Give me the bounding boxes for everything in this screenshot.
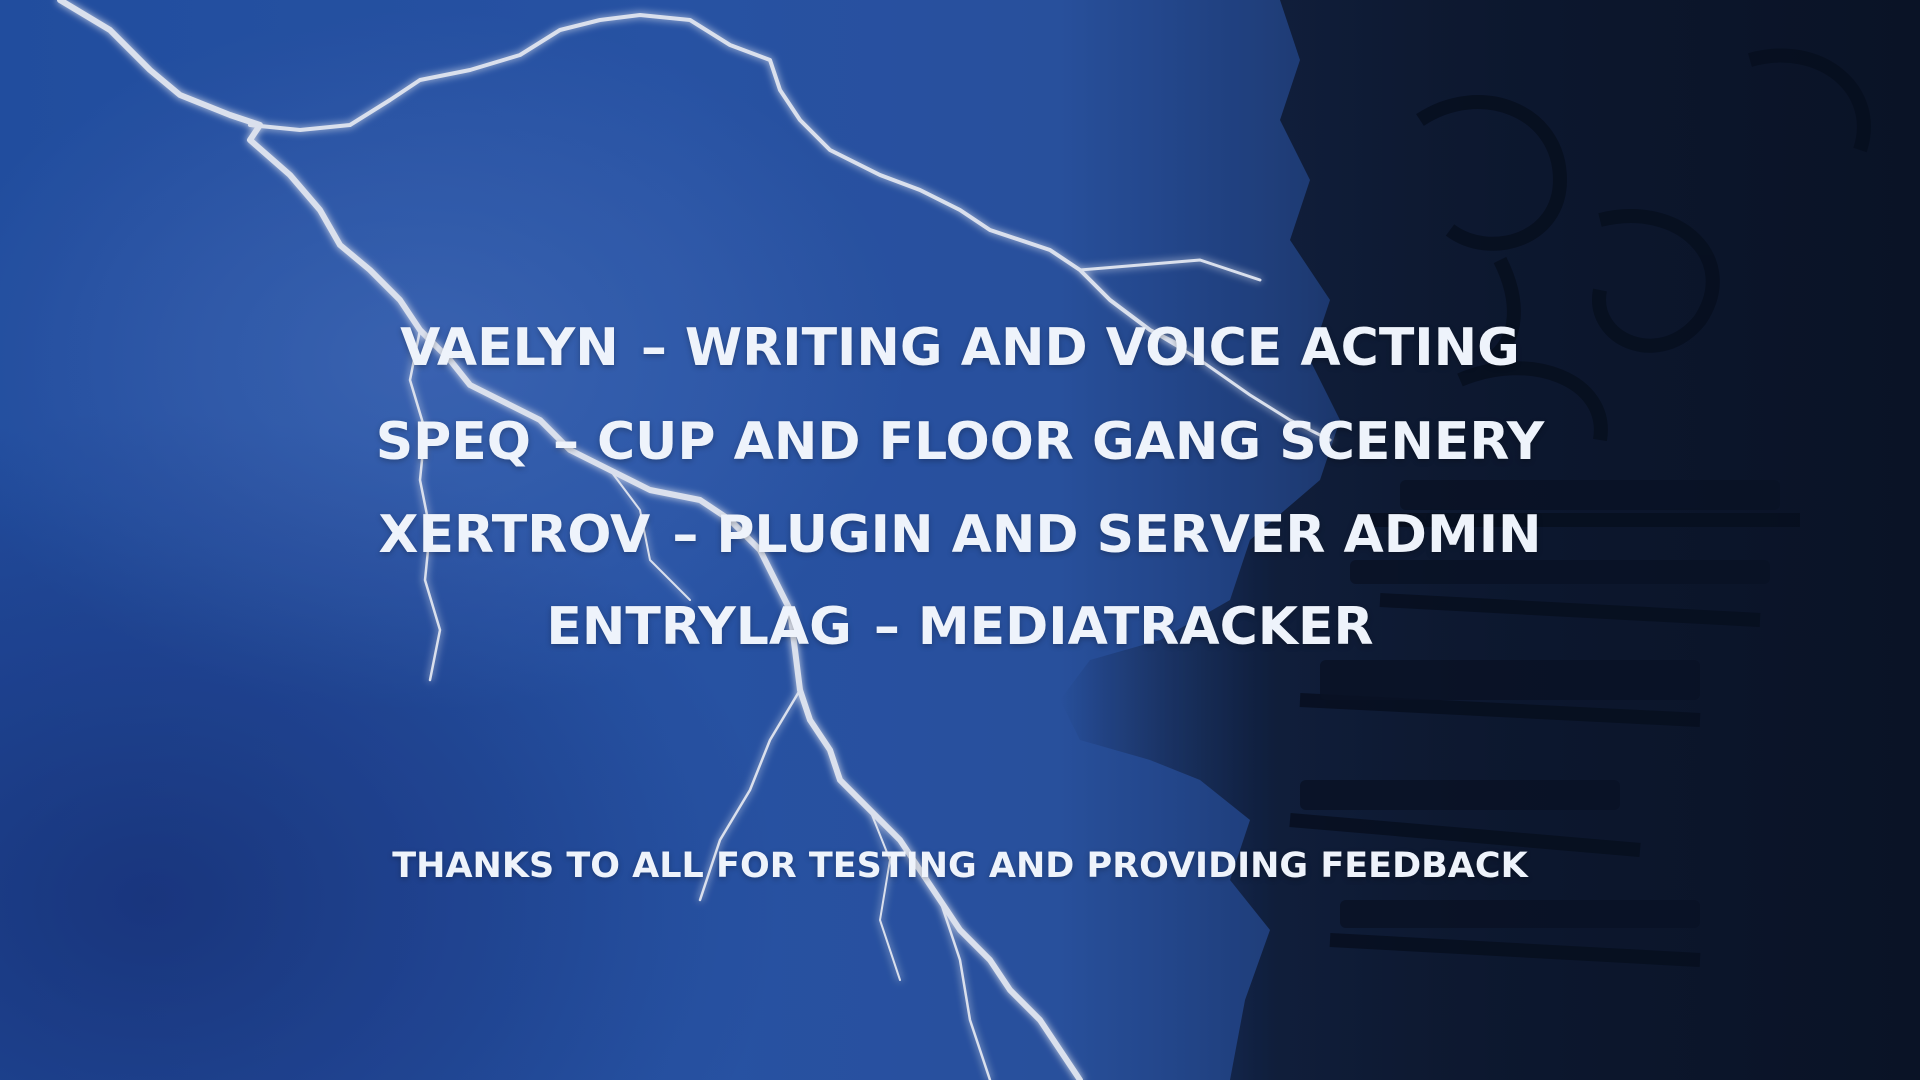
credit-role: MEDIATRACKER <box>917 597 1374 657</box>
credit-name: ENTRYLAG <box>546 597 852 657</box>
credit-line: SPEQ – CUP AND FLOOR GANG SCENERY <box>0 412 1920 472</box>
credits-list: VAELYN – WRITING AND VOICE ACTING SPEQ – CUP… <box>0 0 1920 1080</box>
credit-role: PLUGIN AND SERVER ADMIN <box>716 505 1542 565</box>
thanks-message: THANKS TO ALL FOR TESTING AND PROVIDING … <box>392 846 1528 886</box>
credit-line: ENTRYLAG – MEDIATRACKER <box>0 597 1920 657</box>
credit-name: XERTROV <box>378 505 651 565</box>
credit-name: VAELYN <box>400 318 619 378</box>
credit-dash: – <box>873 597 900 657</box>
credit-dash: – <box>640 318 667 378</box>
credit-line: VAELYN – WRITING AND VOICE ACTING <box>0 318 1920 378</box>
credit-role: WRITING AND VOICE ACTING <box>684 318 1520 378</box>
credit-line: XERTROV – PLUGIN AND SERVER ADMIN <box>0 505 1920 565</box>
credits-screen: VAELYN – WRITING AND VOICE ACTING SPEQ – CUP… <box>0 0 1920 1080</box>
credit-role: CUP AND FLOOR GANG SCENERY <box>597 412 1545 472</box>
credit-name: SPEQ <box>375 412 532 472</box>
credit-dash: – <box>672 505 699 565</box>
credit-dash: – <box>553 412 580 472</box>
